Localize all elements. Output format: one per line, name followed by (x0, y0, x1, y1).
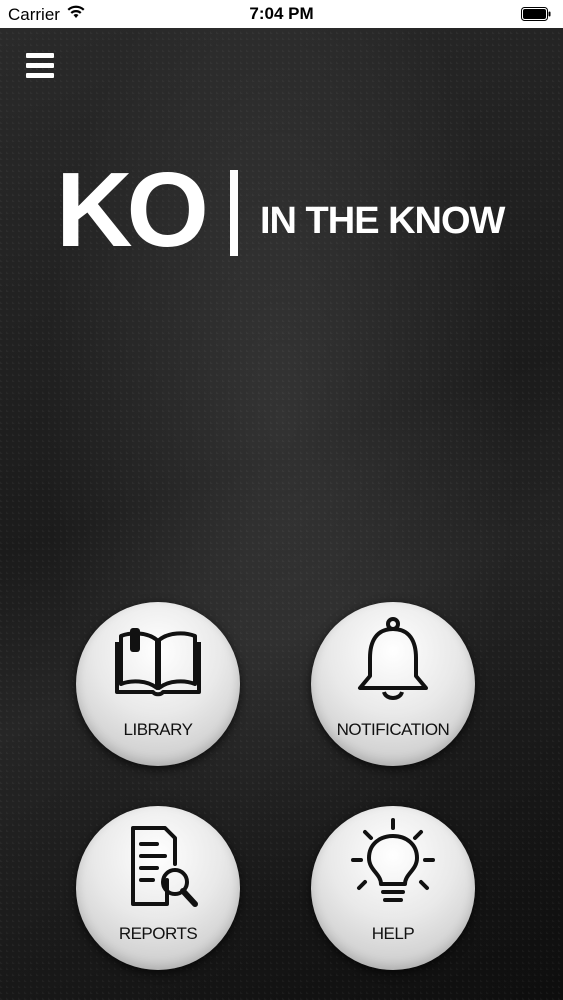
reports-label: REPORTS (118, 924, 198, 943)
status-bar: Carrier 7:04 PM (0, 0, 563, 28)
status-time: 7:04 PM (249, 4, 314, 23)
notification-label: NOTIFICATION (336, 720, 450, 739)
report-search-icon (76, 826, 240, 915)
help-label: HELP (371, 924, 415, 943)
bell-icon (311, 617, 475, 709)
reports-button[interactable]: REPORTS (76, 806, 240, 970)
lightbulb-icon (311, 818, 475, 917)
logo-tagline: IN THE KNOW (260, 200, 505, 242)
notification-button[interactable]: NOTIFICATION (311, 602, 475, 766)
battery-icon (521, 6, 551, 26)
hamburger-menu-icon[interactable] (26, 53, 56, 83)
library-label: LIBRARY (123, 720, 193, 739)
logo-primary: KO (56, 151, 209, 269)
library-button[interactable]: LIBRARY (76, 602, 240, 766)
logo-divider (230, 170, 238, 256)
help-button[interactable]: HELP (311, 806, 475, 970)
open-book-icon (76, 622, 240, 707)
